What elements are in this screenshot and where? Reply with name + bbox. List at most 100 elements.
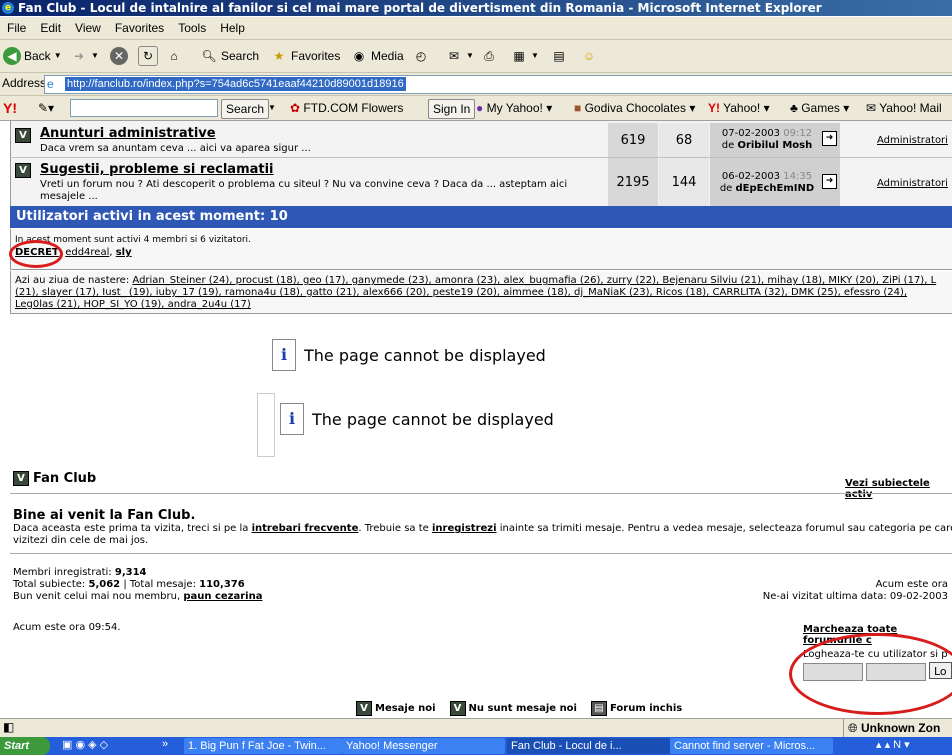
- post-count: 144: [671, 175, 697, 190]
- menu-edit[interactable]: Edit: [33, 17, 68, 39]
- info-icon: i: [272, 339, 296, 371]
- discuss-button[interactable]: ▤: [550, 45, 568, 67]
- ie-logo-icon: e: [2, 2, 14, 14]
- back-button[interactable]: ◀ Back ▼: [3, 45, 62, 67]
- flower-icon: ✿: [290, 101, 301, 115]
- forward-arrow-icon: ➜: [73, 49, 85, 63]
- address-bar: Address e http://fanclub.ro/index.php?s=…: [0, 73, 952, 96]
- my-yahoo-link[interactable]: ● My Yahoo! ▾: [476, 99, 552, 117]
- current-time: Acum este ora 09:54.: [13, 622, 121, 633]
- goto-last-post-icon[interactable]: ➜: [822, 174, 837, 189]
- start-button[interactable]: Start: [0, 737, 50, 755]
- menu-help[interactable]: Help: [213, 17, 252, 39]
- media-icon: ◉: [353, 49, 365, 63]
- star-icon: ★: [273, 49, 285, 63]
- task-button[interactable]: Yahoo! Messenger: [342, 738, 505, 754]
- back-arrow-icon: ◀: [3, 47, 21, 65]
- godiva-link[interactable]: ■ Godiva Chocolates ▾: [574, 99, 695, 117]
- member-link[interactable]: sly: [116, 247, 132, 258]
- last-post-info: 06-02-2003 14:35 de dEpEchEmIND: [719, 171, 815, 194]
- frame-error: i The page cannot be displayed: [272, 339, 546, 371]
- active-users-header: Utilizatori activi in acest moment: 10: [10, 206, 952, 228]
- quick-launch-icons[interactable]: ▣ ◉ ◈ ◇: [62, 738, 108, 751]
- mail-icon: ✉: [448, 49, 460, 63]
- page-content: V Anunturi administrative Daca vrem sa a…: [0, 121, 952, 718]
- register-link[interactable]: inregistrezi: [432, 523, 497, 534]
- post-count: 68: [675, 133, 693, 148]
- member-link[interactable]: edd4real: [65, 247, 109, 258]
- forum-title-link[interactable]: Anunturi administrative: [40, 126, 216, 141]
- annotation-circle: [789, 633, 952, 715]
- time-info: Acum este ora Ne-ai vizitat ultima data:…: [762, 579, 948, 602]
- history-button[interactable]: ◴: [412, 45, 430, 67]
- menu-view[interactable]: View: [68, 17, 108, 39]
- yahoo-y-icon: Y!: [708, 101, 720, 115]
- moderator-link[interactable]: Administratori: [877, 178, 948, 189]
- iframe-border: [257, 393, 275, 457]
- my-yahoo-icon: ●: [476, 101, 484, 115]
- print-button[interactable]: ⎙: [480, 45, 498, 67]
- edit-icon: ▦: [513, 49, 525, 63]
- birthdays-list: Azi au ziua de nastere: Adrian_Steiner (…: [15, 275, 937, 310]
- yahoo-search-input[interactable]: [70, 99, 218, 117]
- task-button[interactable]: Cannot find server - Micros...: [670, 738, 833, 754]
- home-icon: ⌂: [170, 49, 178, 63]
- forum-row: V Sugestii, probleme si reclamatii Vreti…: [10, 158, 952, 207]
- quick-launch-overflow-icon[interactable]: »: [162, 738, 168, 750]
- system-tray-icons[interactable]: ▴ ▴ N ▾: [876, 738, 910, 751]
- globe-icon: 🌐︎: [848, 721, 858, 735]
- yahoo-mail-link[interactable]: ✉ Yahoo! Mail: [866, 99, 942, 117]
- games-link[interactable]: ♣ Games ▾: [790, 99, 849, 117]
- discuss-icon: ▤: [553, 49, 565, 63]
- fanclub-logo-icon: V: [13, 471, 29, 486]
- search-icon: 🔍︎: [201, 49, 217, 63]
- edit-button[interactable]: ▦ ▼: [510, 45, 539, 67]
- topic-count: 2195: [616, 175, 650, 190]
- frame-error: i The page cannot be displayed: [280, 403, 554, 435]
- moderator-link[interactable]: Administratori: [877, 135, 948, 146]
- yahoo-search-button[interactable]: Search: [221, 99, 270, 119]
- forum-status-icon: V: [15, 128, 31, 143]
- refresh-button[interactable]: ↻: [138, 45, 158, 67]
- newest-member-link[interactable]: paun cezarina: [183, 591, 262, 602]
- task-button[interactable]: 1. Big Pun f Fat Joe - Twin...: [184, 738, 342, 754]
- forward-button[interactable]: ➜ ▼: [70, 45, 99, 67]
- annotation-circle: [9, 240, 63, 268]
- messenger-button[interactable]: ☺: [580, 45, 598, 67]
- favorites-button[interactable]: ★ Favorites: [270, 45, 341, 67]
- menu-bar: File Edit View Favorites Tools Help: [0, 17, 952, 40]
- menu-tools[interactable]: Tools: [171, 17, 213, 39]
- faq-link[interactable]: intrebari frecvente: [252, 523, 359, 534]
- yahoo-logo-icon[interactable]: Y!: [3, 99, 17, 117]
- last-post-info: 07-02-2003 09:12 de Oribilul Mosh: [721, 128, 813, 151]
- legend: V Mesaje noi V Nu sunt mesaje noi ▤ Forum i…: [356, 701, 682, 716]
- sign-in-button[interactable]: Sign In: [428, 99, 476, 119]
- address-url: http://fanclub.ro/index.php?s=754ad6c574…: [65, 77, 406, 91]
- menu-file[interactable]: File: [0, 17, 33, 39]
- search-dropdown-icon[interactable]: ▼: [268, 99, 276, 117]
- page-icon: e: [47, 77, 54, 91]
- menu-favorites[interactable]: Favorites: [108, 17, 171, 39]
- forum-title-link[interactable]: Sugestii, probleme si reclamatii: [40, 162, 274, 177]
- search-button[interactable]: 🔍︎ Search: [200, 45, 259, 67]
- pencil-icon[interactable]: ✎▾: [38, 99, 54, 117]
- info-icon: i: [280, 403, 304, 435]
- goto-last-post-icon[interactable]: ➜: [822, 131, 837, 146]
- stop-icon: ✕: [110, 47, 128, 65]
- home-button[interactable]: ⌂: [165, 45, 183, 67]
- no-new-posts-icon: V: [449, 701, 466, 716]
- address-input[interactable]: e http://fanclub.ro/index.php?s=754ad6c5…: [44, 75, 952, 94]
- stop-button[interactable]: ✕: [110, 45, 128, 67]
- task-button-active[interactable]: Fan Club - Locul de i...: [507, 738, 670, 754]
- forum-description: Vreti un forum nou ? Ati descoperit o pr…: [40, 179, 568, 202]
- ftd-flowers-link[interactable]: ✿ FTD.COM Flowers: [290, 99, 403, 117]
- standard-toolbar: ◀ Back ▼ ➜ ▼ ✕ ↻ ⌂ 🔍︎ Search ★ Favorites ◉ Me…: [0, 40, 952, 73]
- yahoo-link[interactable]: Y! Yahoo! ▾: [708, 99, 770, 117]
- refresh-icon: ↻: [138, 46, 158, 66]
- welcome-text: Daca aceasta este prima ta vizita, treci…: [13, 523, 952, 546]
- printer-icon: ⎙: [484, 49, 494, 63]
- media-button[interactable]: ◉ Media: [350, 45, 404, 67]
- view-active-topics-link[interactable]: Vezi subiectele activ: [845, 478, 952, 500]
- mail-button[interactable]: ✉ ▼: [445, 45, 474, 67]
- taskbar: Start ▣ ◉ ◈ ◇ » 1. Big Pun f Fat Joe - T…: [0, 737, 952, 755]
